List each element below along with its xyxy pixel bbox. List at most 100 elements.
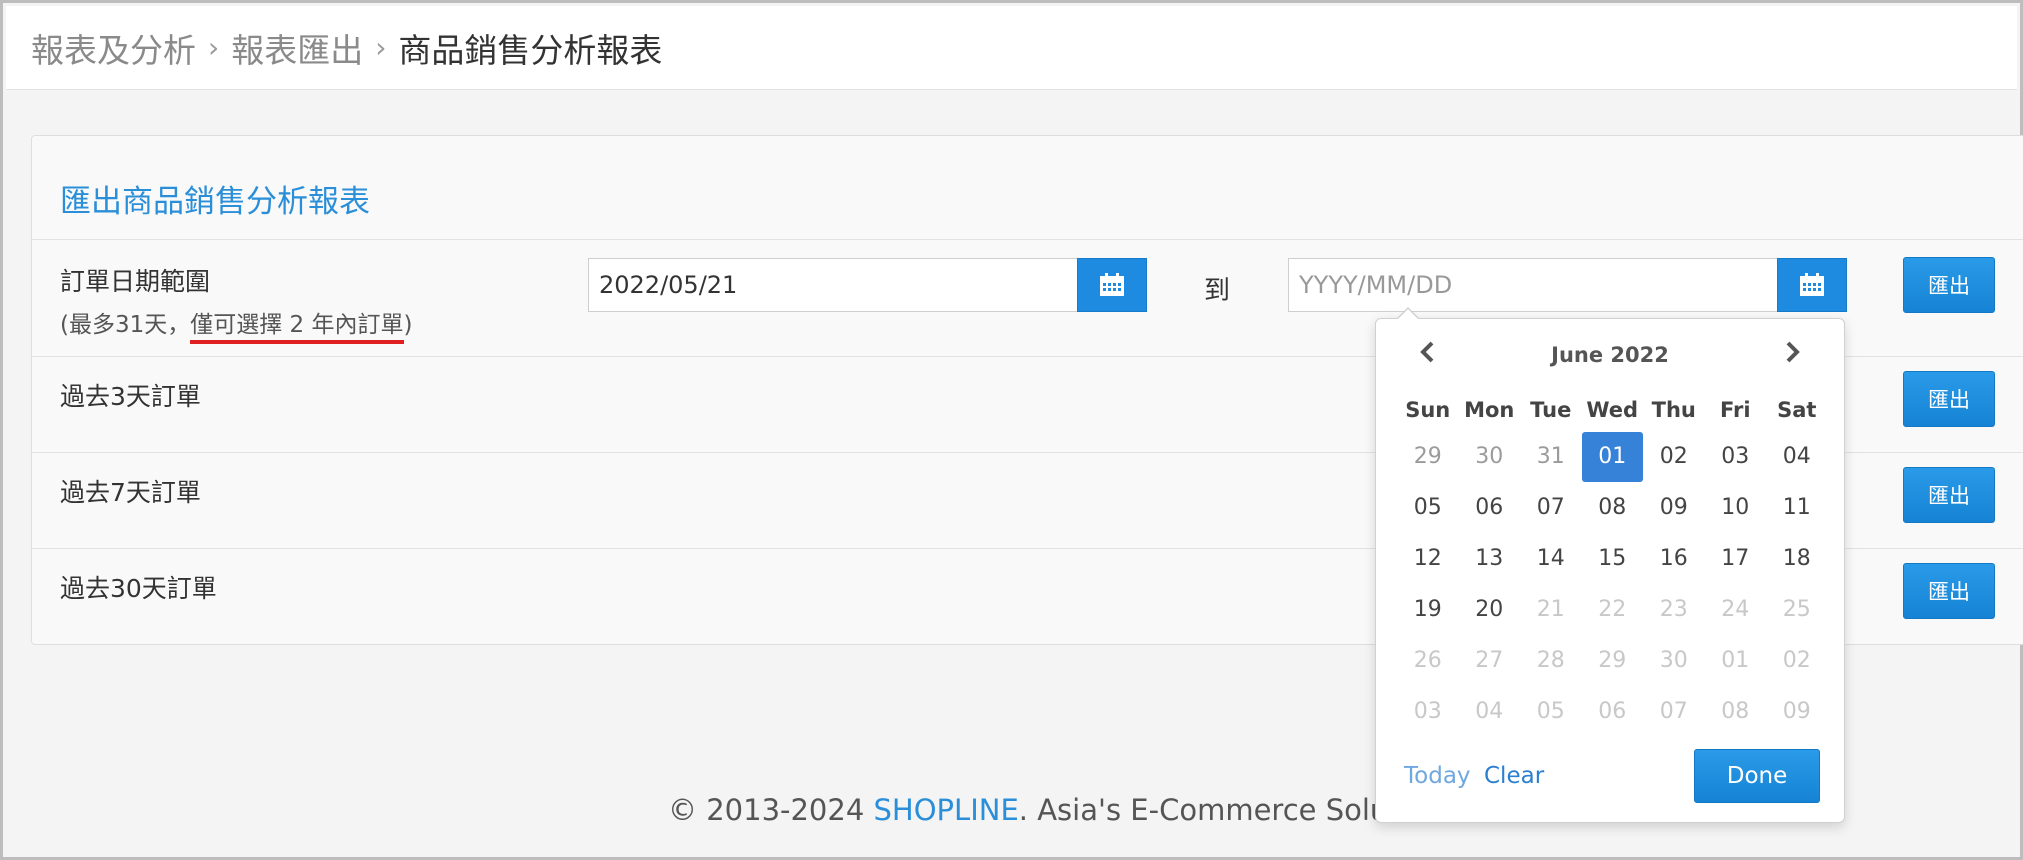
calendar-day-label: 08 bbox=[1721, 699, 1750, 724]
calendar-day-label: 10 bbox=[1721, 495, 1750, 520]
note-prefix: (最多31天， bbox=[60, 312, 191, 338]
start-calendar-button[interactable] bbox=[1077, 258, 1147, 312]
calendar-day: 07 bbox=[1643, 686, 1705, 737]
month-title[interactable]: June 2022 bbox=[1551, 343, 1669, 367]
calendar-day-label: 24 bbox=[1721, 597, 1750, 622]
done-button[interactable]: Done bbox=[1694, 749, 1820, 803]
note-highlight: 僅可選擇 2 年內訂單 bbox=[190, 312, 404, 344]
calendar-day: 22 bbox=[1582, 584, 1644, 635]
weekday-header: Tue bbox=[1530, 398, 1572, 422]
calendar-day[interactable]: 17 bbox=[1705, 533, 1767, 584]
calendar-day[interactable]: 05 bbox=[1397, 482, 1459, 533]
calendar-day[interactable]: 30 bbox=[1459, 431, 1521, 482]
past-7-days-label: 過去7天訂單 bbox=[60, 478, 201, 507]
chevron-right-icon bbox=[1786, 341, 1800, 363]
calendar-day: 08 bbox=[1705, 686, 1767, 737]
note-suffix: ) bbox=[403, 312, 413, 338]
calendar-day[interactable]: 18 bbox=[1766, 533, 1828, 584]
calendar-day: 03 bbox=[1397, 686, 1459, 737]
calendar-day[interactable]: 12 bbox=[1397, 533, 1459, 584]
past-3-days-label: 過去3天訂單 bbox=[60, 382, 201, 411]
calendar-day-label: 30 bbox=[1475, 444, 1504, 469]
calendar-day-label: 23 bbox=[1659, 597, 1688, 622]
breadcrumb-item-reports[interactable]: 報表及分析 bbox=[31, 24, 196, 72]
today-button[interactable]: Today bbox=[1404, 763, 1471, 789]
calendar-day: 28 bbox=[1520, 635, 1582, 686]
calendar-day-label: 22 bbox=[1598, 597, 1627, 622]
calendar-grid: Sun Mon Tue Wed Thu Fri Sat 29 30 31 01 02 03 04 05 06 0… bbox=[1397, 389, 1827, 737]
calendar-day: 01 bbox=[1705, 635, 1767, 686]
export-button-date-range[interactable]: 匯出 bbox=[1903, 257, 1995, 313]
export-button-past-7-days[interactable]: 匯出 bbox=[1903, 467, 1995, 523]
next-month-button[interactable] bbox=[1778, 337, 1808, 367]
footer-copyright: © 2013-2024 bbox=[668, 793, 874, 827]
calendar-day: 25 bbox=[1766, 584, 1828, 635]
calendar-day[interactable]: 07 bbox=[1520, 482, 1582, 533]
calendar-day-label: 03 bbox=[1413, 699, 1442, 724]
calendar-day-label: 08 bbox=[1598, 495, 1627, 520]
calendar-day-label: 02 bbox=[1782, 648, 1811, 673]
calendar-day-label: 04 bbox=[1475, 699, 1504, 724]
calendar-day-label: 27 bbox=[1475, 648, 1504, 673]
calendar-day-label: 13 bbox=[1475, 546, 1504, 571]
footer-brand-link[interactable]: SHOPLINE bbox=[874, 793, 1019, 827]
calendar-day-selected[interactable]: 01 bbox=[1581, 431, 1643, 482]
calendar-day-label: 21 bbox=[1536, 597, 1565, 622]
calendar-day-label: 11 bbox=[1782, 495, 1811, 520]
calendar-day-label: 01 bbox=[1581, 431, 1643, 482]
calendar-day: 21 bbox=[1520, 584, 1582, 635]
breadcrumb-item-report-export[interactable]: 報表匯出 bbox=[231, 24, 363, 72]
weekday-header: Fri bbox=[1719, 398, 1751, 422]
calendar-day[interactable]: 04 bbox=[1766, 431, 1828, 482]
calendar-day-label: 28 bbox=[1536, 648, 1565, 673]
calendar-day[interactable]: 14 bbox=[1520, 533, 1582, 584]
start-date-input[interactable]: 2022/05/21 bbox=[588, 258, 1088, 312]
datepicker-popup: June 2022 Sun Mon Tue Wed Thu Fri Sat 29 30 31 01 0… bbox=[1375, 307, 1845, 823]
calendar-day[interactable]: 31 bbox=[1520, 431, 1582, 482]
calendar-day[interactable]: 02 bbox=[1643, 431, 1705, 482]
calendar-day[interactable]: 06 bbox=[1459, 482, 1521, 533]
export-button-past-3-days[interactable]: 匯出 bbox=[1903, 371, 1995, 427]
calendar-day-label: 07 bbox=[1659, 699, 1688, 724]
calendar-day[interactable]: 29 bbox=[1397, 431, 1459, 482]
calendar-day-label: 12 bbox=[1413, 546, 1442, 571]
calendar-day-label: 16 bbox=[1659, 546, 1688, 571]
card-title: 匯出商品銷售分析報表 bbox=[60, 184, 370, 220]
past-30-days-label: 過去30天訂單 bbox=[60, 574, 217, 603]
date-range-note: (最多31天，僅可選擇 2 年內訂單) bbox=[60, 305, 413, 344]
clear-button[interactable]: Clear bbox=[1484, 763, 1544, 789]
weekday-header: Thu bbox=[1651, 398, 1696, 422]
calendar-day-label: 09 bbox=[1782, 699, 1811, 724]
calendar-day-label: 18 bbox=[1782, 546, 1811, 571]
calendar-day[interactable]: 10 bbox=[1705, 482, 1767, 533]
calendar-day[interactable]: 09 bbox=[1643, 482, 1705, 533]
calendar-day[interactable]: 19 bbox=[1397, 584, 1459, 635]
calendar-icon bbox=[1100, 273, 1124, 296]
calendar-day[interactable]: 03 bbox=[1705, 431, 1767, 482]
calendar-day[interactable]: 20 bbox=[1459, 584, 1521, 635]
calendar-day: 27 bbox=[1459, 635, 1521, 686]
calendar-day[interactable]: 08 bbox=[1582, 482, 1644, 533]
calendar-day-label: 02 bbox=[1659, 444, 1688, 469]
calendar-day-label: 25 bbox=[1782, 597, 1811, 622]
calendar-day[interactable]: 16 bbox=[1643, 533, 1705, 584]
calendar-day-label: 19 bbox=[1413, 597, 1442, 622]
end-date-input[interactable]: YYYY/MM/DD bbox=[1288, 258, 1788, 312]
calendar-day-label: 15 bbox=[1598, 546, 1627, 571]
datepicker-footer: Today Clear Done bbox=[1404, 749, 1820, 805]
calendar-day: 02 bbox=[1766, 635, 1828, 686]
calendar-day: 06 bbox=[1582, 686, 1644, 737]
calendar-day-label: 07 bbox=[1536, 495, 1565, 520]
calendar-day[interactable]: 13 bbox=[1459, 533, 1521, 584]
end-calendar-button[interactable] bbox=[1777, 258, 1847, 312]
calendar-day[interactable]: 15 bbox=[1582, 533, 1644, 584]
calendar-day-label: 31 bbox=[1536, 444, 1565, 469]
calendar-day-label: 09 bbox=[1659, 495, 1688, 520]
export-button-past-30-days[interactable]: 匯出 bbox=[1903, 563, 1995, 619]
calendar-day[interactable]: 11 bbox=[1766, 482, 1828, 533]
calendar-day: 09 bbox=[1766, 686, 1828, 737]
calendar-day-label: 26 bbox=[1413, 648, 1442, 673]
weekday-header: Wed bbox=[1586, 398, 1639, 422]
breadcrumb: 報表及分析 › 報表匯出 › 商品銷售分析報表 bbox=[6, 6, 2017, 90]
datepicker-header: June 2022 bbox=[1376, 333, 1844, 377]
